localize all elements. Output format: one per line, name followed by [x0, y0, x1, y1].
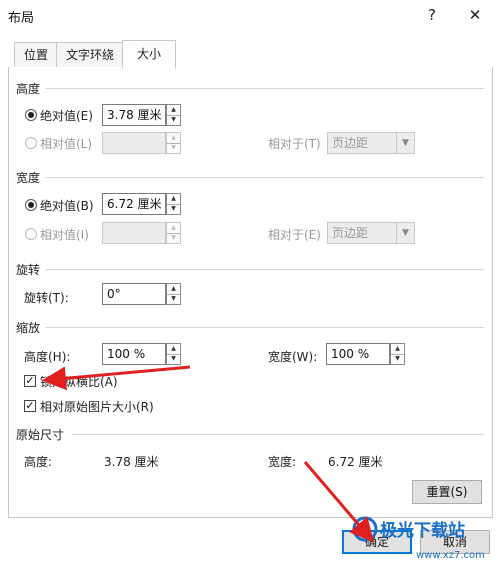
annotation-overlay [42, 365, 374, 543]
annotation-arrow-icon [303, 461, 374, 543]
annotation-arrow-icon [42, 365, 191, 391]
tab-size[interactable]: 大小 [122, 40, 176, 69]
